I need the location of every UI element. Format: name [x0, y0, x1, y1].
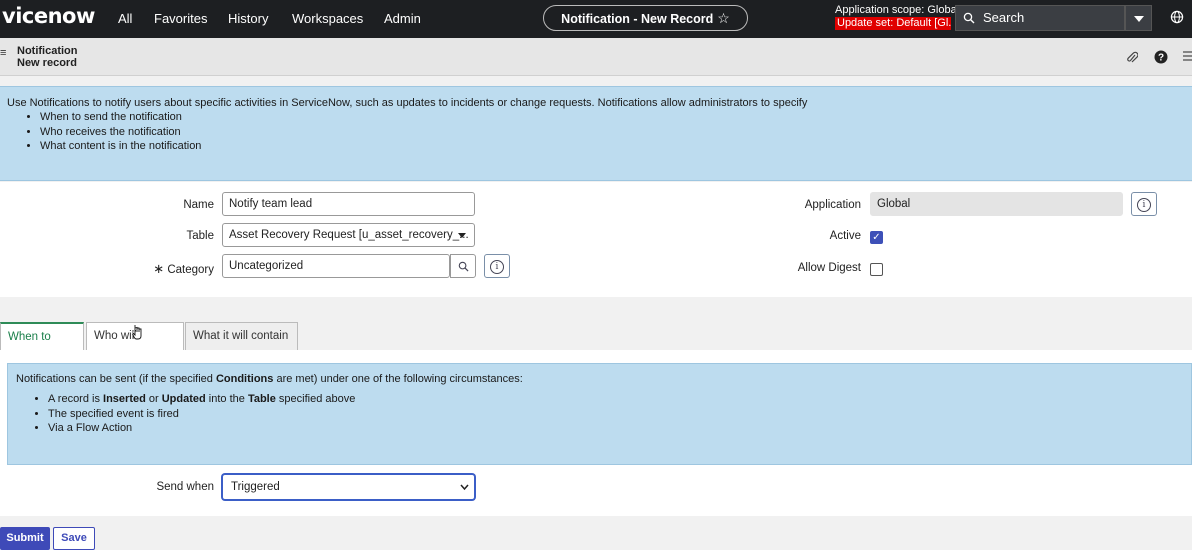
- inserted-term: Inserted: [103, 393, 146, 405]
- category-info-button[interactable]: i: [484, 254, 510, 278]
- list-item-text: specified above: [275, 393, 356, 405]
- nav-history[interactable]: History: [228, 11, 268, 26]
- menu-icon[interactable]: ≡: [0, 47, 6, 59]
- mouse-cursor-icon: [132, 325, 142, 340]
- list-item: When to send the notification: [40, 110, 201, 125]
- conditions-intro-text: Notifications can be sent (if the specif…: [16, 373, 216, 385]
- list-item-text: into the: [205, 393, 248, 405]
- chevron-down-icon: [458, 233, 466, 238]
- table-label: Table: [186, 230, 215, 242]
- record-subtitle: New record: [17, 57, 77, 69]
- form-fields: Name Notify team lead Table Asset Recove…: [0, 182, 1192, 297]
- search-icon: [458, 261, 469, 272]
- list-item: Via a Flow Action: [48, 421, 355, 436]
- nav-workspaces[interactable]: Workspaces: [292, 11, 363, 26]
- nav-all[interactable]: All: [118, 11, 132, 26]
- list-item: The specified event is fired: [48, 407, 355, 422]
- send-when-label: Send when: [156, 481, 214, 493]
- table-select[interactable]: Asset Recovery Request [u_asset_recovery…: [222, 223, 475, 247]
- paperclip-icon[interactable]: [1126, 51, 1138, 64]
- send-when-value: Triggered: [231, 481, 280, 493]
- save-button[interactable]: Save: [53, 527, 95, 550]
- star-icon[interactable]: ☆: [717, 10, 730, 26]
- form-tabs: When to send Who will receive What it wi…: [0, 321, 1192, 370]
- svg-text:?: ?: [1158, 53, 1164, 64]
- required-asterisk: ∗: [153, 261, 165, 276]
- chevron-down-icon: [1134, 16, 1144, 22]
- info-intro: Use Notifications to notify users about …: [7, 97, 808, 109]
- list-item: A record is Inserted or Updated into the…: [48, 392, 355, 407]
- updated-term: Updated: [161, 393, 206, 405]
- list-item: Who receives the notification: [40, 125, 201, 140]
- active-label: Active: [829, 230, 861, 242]
- top-navigation-bar: vicenow All Favorites History Workspaces…: [0, 0, 1192, 38]
- list-item-text: or: [145, 393, 162, 405]
- info-list: When to send the notification Who receiv…: [12, 110, 201, 154]
- page-title: Notification New record: [17, 45, 78, 69]
- application-scope[interactable]: Application scope: Global Update set: De…: [835, 4, 959, 34]
- application-field: Global: [870, 192, 1123, 216]
- list-item: What content is in the notification: [40, 139, 201, 154]
- name-label: Name: [183, 199, 214, 211]
- tab-what-it-will-contain[interactable]: What it will contain: [185, 322, 298, 350]
- active-checkbox[interactable]: ✓: [870, 231, 883, 244]
- table-term: Table: [247, 393, 276, 405]
- category-label: ∗ Category: [120, 261, 214, 277]
- send-when-select[interactable]: Triggered: [222, 474, 475, 500]
- record-title-pill[interactable]: Notification - New Record ☆: [543, 5, 748, 31]
- category-label-text: Category: [167, 264, 214, 276]
- category-field[interactable]: Uncategorized: [222, 254, 450, 278]
- conditions-intro: Notifications can be sent (if the specif…: [16, 372, 523, 387]
- more-options-icon[interactable]: [1183, 50, 1192, 62]
- tab-when-to-send[interactable]: When to send: [0, 322, 84, 370]
- logo[interactable]: vicenow: [2, 4, 95, 28]
- chevron-down-icon: [460, 484, 469, 491]
- allow-digest-label: Allow Digest: [797, 262, 861, 274]
- search-scope-dropdown[interactable]: [1125, 5, 1152, 31]
- when-to-send-panel: Notifications can be sent (if the specif…: [0, 350, 1192, 516]
- info-icon: i: [1137, 197, 1151, 212]
- global-search-input[interactable]: Search: [955, 5, 1125, 31]
- help-icon[interactable]: ?: [1154, 50, 1168, 64]
- search-placeholder: Search: [983, 10, 1025, 25]
- allow-digest-checkbox[interactable]: [870, 263, 883, 276]
- conditions-intro-text: are met) under one of the following circ…: [273, 373, 523, 385]
- category-lookup-button[interactable]: [450, 254, 476, 278]
- record-type-title: Notification: [17, 45, 78, 57]
- table-select-value: Asset Recovery Request [u_asset_recovery…: [229, 229, 469, 241]
- conditions-info-box: Notifications can be sent (if the specif…: [7, 363, 1192, 465]
- nav-favorites[interactable]: Favorites: [154, 11, 207, 26]
- form-header: ≡ Notification New record ?: [0, 38, 1192, 76]
- conditions-term: Conditions: [215, 373, 274, 385]
- list-item-text: A record is: [48, 393, 104, 405]
- checkmark-icon: ✓: [872, 232, 881, 243]
- application-label: Application: [804, 199, 861, 211]
- search-icon: [963, 12, 975, 24]
- application-scope-label: Application scope: Global: [835, 4, 960, 16]
- application-info-button[interactable]: i: [1131, 192, 1157, 216]
- conditions-list: A record is Inserted or Updated into the…: [20, 392, 355, 436]
- update-set-label: Update set: Default [Gl...: [835, 17, 951, 30]
- notification-info-box: Use Notifications to notify users about …: [0, 86, 1192, 181]
- record-title: Notification - New Record: [561, 12, 714, 26]
- info-icon: i: [490, 259, 504, 274]
- name-field[interactable]: Notify team lead: [222, 192, 475, 216]
- nav-admin[interactable]: Admin: [384, 11, 421, 26]
- globe-icon[interactable]: [1170, 10, 1184, 24]
- submit-button[interactable]: Submit: [0, 527, 50, 550]
